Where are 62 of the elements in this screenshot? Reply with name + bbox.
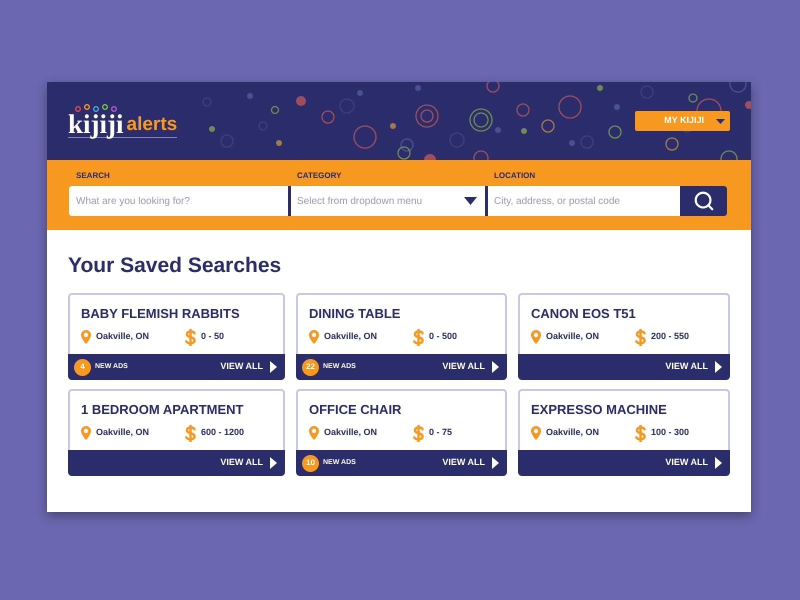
location-text: Oakville, ON bbox=[546, 426, 600, 440]
caret-down-icon bbox=[716, 118, 725, 124]
triangle-right-icon bbox=[715, 361, 722, 373]
logo[interactable]: kijijialerts bbox=[68, 104, 178, 138]
location-text: Oakville, ON bbox=[324, 426, 378, 440]
map-pin-icon bbox=[531, 330, 541, 344]
search-title: 1 BEDROOM APARTMENT bbox=[81, 402, 244, 418]
dollar-icon bbox=[185, 424, 196, 442]
search-title: CANON EOS T51 bbox=[531, 306, 636, 322]
price-range-text: 0 - 500 bbox=[429, 330, 458, 344]
view-all-link[interactable]: VIEW ALL bbox=[220, 360, 277, 374]
price-range-text: 0 - 50 bbox=[201, 330, 224, 344]
map-pin-icon bbox=[531, 426, 541, 440]
search-title: OFFICE CHAIR bbox=[309, 402, 402, 418]
price-range-text: 200 - 550 bbox=[651, 330, 690, 344]
field-label: SEARCH bbox=[76, 170, 110, 182]
text-input-field[interactable]: What are you looking for? bbox=[69, 186, 288, 216]
view-all-link[interactable]: VIEW ALL bbox=[220, 456, 277, 470]
search-button[interactable] bbox=[680, 186, 727, 216]
map-pin-icon bbox=[309, 330, 319, 344]
map-pin-icon bbox=[81, 330, 91, 344]
triangle-right-icon bbox=[270, 361, 277, 373]
dollar-icon bbox=[413, 328, 424, 346]
view-all-link[interactable]: VIEW ALL bbox=[442, 360, 499, 374]
saved-search-card[interactable]: 1 BEDROOM APARTMENT Oakville, ON 600 - 1200 VIEW ALL bbox=[68, 389, 285, 476]
search-title: BABY FLEMISH RABBITS bbox=[81, 306, 240, 322]
location-text: Oakville, ON bbox=[546, 330, 600, 344]
map-pin-icon bbox=[309, 426, 319, 440]
search-title: EXPRESSO MACHINE bbox=[531, 402, 667, 418]
search-title: DINING TABLE bbox=[309, 306, 400, 322]
triangle-right-icon bbox=[492, 457, 499, 469]
new-ads-count-badge: 22 bbox=[302, 358, 319, 376]
dollar-icon bbox=[635, 328, 646, 346]
text-input-field[interactable]: City, address, or postal code bbox=[485, 186, 680, 216]
search-icon bbox=[692, 190, 714, 212]
view-all-link[interactable]: VIEW ALL bbox=[665, 456, 722, 470]
dollar-icon bbox=[635, 424, 646, 442]
triangle-right-icon bbox=[270, 457, 277, 469]
location-text: Oakville, ON bbox=[96, 426, 150, 440]
view-all-link[interactable]: VIEW ALL bbox=[665, 360, 722, 374]
page-title: Your Saved Searches bbox=[68, 253, 282, 279]
field-label: LOCATION bbox=[494, 170, 536, 182]
dollar-icon bbox=[185, 328, 196, 346]
new-ads-count-badge: 4 bbox=[74, 358, 91, 376]
saved-search-card[interactable]: EXPRESSO MACHINE Oakville, ON 100 - 300 VIEW ALL bbox=[518, 389, 730, 476]
category-dropdown[interactable]: Select from dropdown menu bbox=[288, 186, 485, 216]
location-text: Oakville, ON bbox=[324, 330, 378, 344]
logo-product-text: alerts bbox=[126, 114, 178, 136]
dollar-icon bbox=[413, 424, 424, 442]
location-text: Oakville, ON bbox=[96, 330, 150, 344]
price-range-text: 600 - 1200 bbox=[201, 426, 244, 440]
new-ads-count-badge: 10 bbox=[302, 454, 319, 472]
caret-down-icon bbox=[464, 197, 477, 205]
view-all-link[interactable]: VIEW ALL bbox=[442, 456, 499, 470]
triangle-right-icon bbox=[715, 457, 722, 469]
price-range-text: 100 - 300 bbox=[651, 426, 690, 440]
triangle-right-icon bbox=[492, 361, 499, 373]
logo-dots-icon bbox=[74, 104, 118, 112]
saved-search-card[interactable]: CANON EOS T51 Oakville, ON 200 - 550 VIEW ALL bbox=[518, 293, 730, 380]
field-label: CATEGORY bbox=[297, 170, 342, 182]
map-pin-icon bbox=[81, 426, 91, 440]
price-range-text: 0 - 75 bbox=[429, 426, 452, 440]
